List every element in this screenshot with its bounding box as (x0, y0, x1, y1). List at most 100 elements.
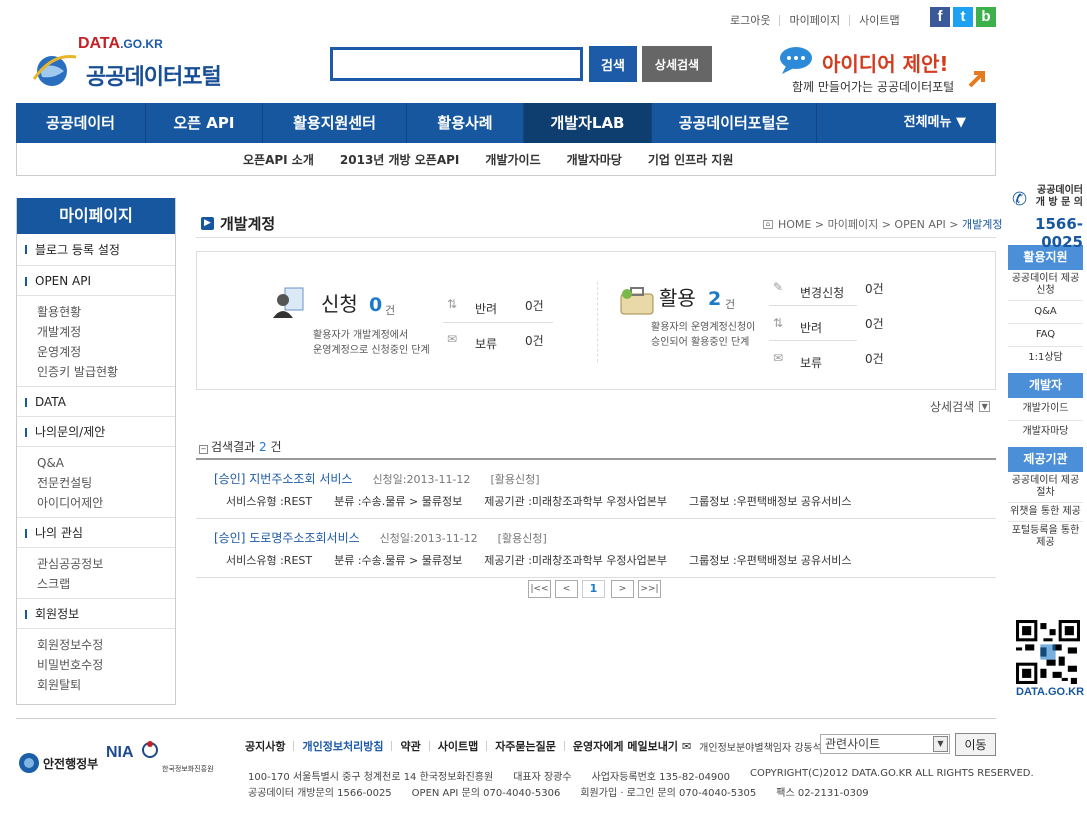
search-button[interactable]: 검색 (589, 46, 637, 82)
gov-emblem-icon (19, 753, 39, 773)
breadcrumb-openapi[interactable]: OPEN API (894, 218, 945, 231)
nav-support-center[interactable]: 활용지원센터 (263, 103, 407, 143)
row-title-link[interactable]: [승인] 도로명주소조회서비스 (214, 529, 360, 546)
all-menu-button[interactable]: 전체메뉴 ▼ (904, 103, 996, 143)
quick-faq[interactable]: FAQ (1008, 324, 1083, 347)
quick-provide-portal[interactable]: 포털등록을 통한 제공 (1008, 522, 1083, 552)
idea-banner-subtitle: 함께 만들어가는 공공데이터포털 (792, 80, 955, 94)
footer-mail[interactable]: 운영자에게 메일보내기 (573, 738, 678, 754)
lnb-edit-password[interactable]: 비밀번호수정 (37, 655, 175, 675)
apply-hold-value: 0건 (525, 334, 544, 348)
quick-data-request[interactable]: 공공데이터 제공신청 (1008, 270, 1083, 301)
footer-notice[interactable]: 공지사항 (245, 738, 285, 754)
subnav-infra-support[interactable]: 기업 인프라 지원 (648, 151, 734, 168)
go-button[interactable]: 이동 (955, 733, 996, 756)
advanced-search-button[interactable]: 상세검색 (642, 46, 712, 82)
row-type: [활용신청] (490, 472, 540, 486)
use-unit: 건 (725, 298, 736, 311)
prev-page-button[interactable]: < (555, 580, 578, 598)
footer-terms[interactable]: 약관 (400, 738, 420, 754)
footer-faq[interactable]: 자주묻는질문 (495, 738, 556, 754)
lnb-key-status[interactable]: 인증키 발급현황 (37, 362, 175, 382)
logout-link[interactable]: 로그아웃 (730, 12, 770, 28)
row-header: [승인] 지번주소조회 서비스 신청일:2013-11-12 [활용신청] (214, 470, 540, 487)
lnb-usage-status[interactable]: 활용현황 (37, 302, 175, 322)
lnb-openapi[interactable]: OPEN API (17, 266, 175, 296)
mypage-link[interactable]: 마이페이지 (789, 12, 840, 28)
quick-dev-guide[interactable]: 개발가이드 (1008, 398, 1083, 421)
nav-open-api[interactable]: 오픈 API (146, 103, 263, 143)
quick-provider-header: 제공기관 (1008, 447, 1083, 472)
advanced-search-toggle[interactable]: 상세검색 ▼ (930, 398, 991, 415)
quick-provide-process[interactable]: 공공데이터 제공절차 (1008, 472, 1083, 503)
quick-qna[interactable]: Q&A (1008, 301, 1083, 324)
lnb-idea[interactable]: 아이디어제안 (37, 493, 175, 513)
footer-sitemap[interactable]: 사이트맵 (438, 738, 478, 754)
nav-about-portal[interactable]: 공공데이터포털은 (652, 103, 817, 143)
quick-dev-plaza[interactable]: 개발자마당 (1008, 421, 1083, 443)
related-sites-select[interactable]: 관련사이트 ▼ (820, 734, 950, 754)
logo-domain: DATA.GO.KR (78, 35, 163, 52)
apply-unit: 건 (385, 304, 396, 317)
lnb-interest-info[interactable]: 관심공공정보 (37, 554, 175, 574)
subnav-openapi-intro[interactable]: 오픈API 소개 (243, 151, 314, 168)
pagination: |<< < 1 > >>| (528, 580, 665, 598)
row-group: 그룹정보 :우편택배정보 공유서비스 (688, 554, 852, 567)
apply-hold-label: 보류 (475, 337, 498, 351)
breadcrumb: ⌂ HOME > 마이페이지 > OPEN API > 개발계정 (763, 216, 1003, 232)
footer-links: 공지사항 개인정보처리방침 약관 사이트맵 자주묻는질문 운영자에게 메일보내기… (245, 738, 822, 754)
footer-contacts: 공공데이터 개방문의 1566-0025 OPEN API 문의 070-4040… (248, 788, 869, 799)
page-number[interactable]: 1 (582, 580, 605, 598)
apply-label: 신청 (321, 292, 358, 316)
nia-logo: NIA 한국정보화진흥원 (106, 741, 214, 773)
edit-icon: ✎ (773, 280, 784, 294)
nav-public-data[interactable]: 공공데이터 (16, 103, 146, 143)
lnb-scrap[interactable]: 스크랩 (37, 574, 175, 594)
lnb-qna[interactable]: Q&A (37, 453, 175, 473)
lnb-member[interactable]: 회원정보 (17, 599, 175, 629)
table-row: [승인] 도로명주소조회서비스 신청일:2013-11-12 [활용신청] 서비… (196, 519, 996, 578)
quick-provide-wechat[interactable]: 위챗을 통한 제공 (1008, 503, 1083, 522)
lnb-dev-account[interactable]: 개발계정 (37, 322, 175, 342)
lnb-ops-account[interactable]: 운영계정 (37, 342, 175, 362)
qr-code-icon (1016, 620, 1080, 684)
lnb-blog[interactable]: 블로그 등록 설정 (17, 234, 175, 266)
use-count: 2 (708, 288, 722, 310)
nav-developer-lab[interactable]: 개발자LAB (524, 103, 652, 143)
quick-consult[interactable]: 1:1상담 (1008, 347, 1083, 369)
divider (849, 14, 851, 26)
first-page-button[interactable]: |<< (528, 580, 551, 598)
logo-name: 공공데이터포털 (86, 65, 222, 90)
breadcrumb-mypage[interactable]: 마이페이지 (828, 216, 879, 232)
lnb-data[interactable]: DATA (17, 387, 175, 417)
breadcrumb-home[interactable]: HOME (778, 218, 811, 231)
facebook-icon[interactable]: f (930, 7, 950, 27)
quick-dev-header: 개발자 (1008, 373, 1083, 398)
blog-icon[interactable]: b (976, 7, 996, 27)
lnb-withdraw[interactable]: 회원탈퇴 (37, 675, 175, 695)
lnb-inquiry[interactable]: 나의문의/제안 (17, 417, 175, 447)
twitter-icon[interactable]: t (953, 7, 973, 27)
use-desc: 활용자의 운영계정신청이 승인되어 활용중인 단계 (651, 322, 756, 348)
next-page-button[interactable]: > (611, 580, 634, 598)
subnav-dev-guide[interactable]: 개발가이드 (485, 151, 540, 168)
subnav-dev-plaza[interactable]: 개발자마당 (567, 151, 622, 168)
apply-count: 0 (369, 294, 383, 316)
sitemap-link[interactable]: 사이트맵 (859, 12, 899, 28)
row-date: 신청일:2013-11-12 (372, 472, 471, 486)
search-input[interactable] (330, 47, 583, 81)
subnav-2013-openapi[interactable]: 2013년 개방 오픈API (340, 151, 460, 168)
idea-proposal-banner[interactable]: 아이디어 제안! 함께 만들어가는 공공데이터포털 (778, 46, 990, 100)
last-page-button[interactable]: >>| (638, 580, 661, 598)
chevron-down-icon: ▼ (979, 401, 991, 412)
row-header: [승인] 도로명주소조회서비스 신청일:2013-11-12 [활용신청] (214, 529, 547, 546)
lnb-interest[interactable]: 나의 관심 (17, 518, 175, 548)
lnb-consulting[interactable]: 전문컨설팅 (37, 473, 175, 493)
row-date: 신청일:2013-11-12 (379, 531, 478, 545)
lnb-edit-member[interactable]: 회원정보수정 (37, 635, 175, 655)
account-summary: 신청 0 건 활용자가 개발계정에서 운영계정으로 신청중인 단계 ⇅ 반려 0건… (196, 251, 996, 390)
site-logo[interactable]: DATA.GO.KR 공공데이터포털 (32, 35, 242, 90)
row-title-link[interactable]: [승인] 지번주소조회 서비스 (214, 470, 352, 487)
nav-use-cases[interactable]: 활용사례 (407, 103, 524, 143)
footer-privacy[interactable]: 개인정보처리방침 (302, 738, 383, 754)
